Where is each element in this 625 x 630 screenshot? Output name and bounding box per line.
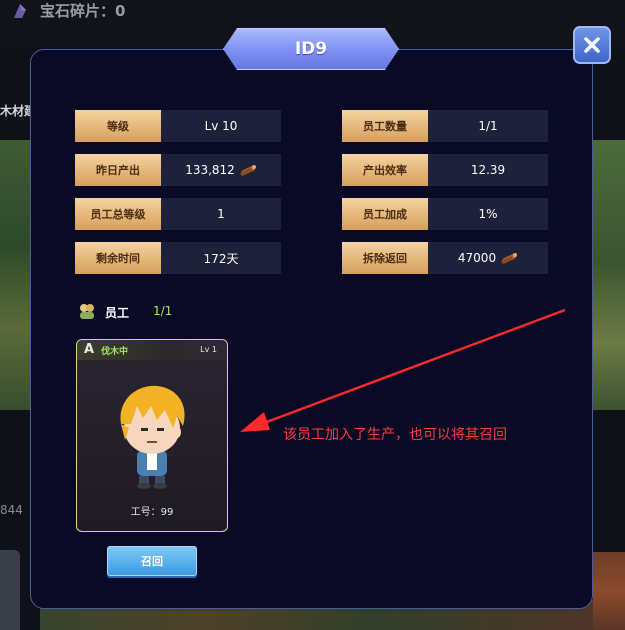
annotation-text: 该员工加入了生产，也可以将其召回 (283, 427, 507, 443)
stat-label: 员工总等级 (75, 198, 161, 230)
staff-section-label: 员工 (105, 306, 130, 320)
stat-yesterday-output: 昨日产出 133,812 (75, 154, 281, 186)
stat-value: 1/1 (428, 110, 548, 142)
stat-value: 172天 (161, 242, 281, 274)
stat-staff-count: 员工数量 1/1 (342, 110, 548, 142)
stat-staff-bonus: 员工加成 1% (342, 198, 548, 230)
stat-demolish-return: 拆除返回 47000 (342, 242, 548, 274)
staff-level: Lv 1 (200, 345, 217, 354)
stat-level: 等级 Lv 10 (75, 110, 281, 142)
stat-staff-total-level: 员工总等级 1 (75, 198, 281, 230)
staff-avatar (120, 385, 185, 489)
stat-label: 剩余时间 (75, 242, 161, 274)
stat-value: 47000 (428, 242, 548, 274)
wood-icon (240, 165, 256, 176)
stat-value: 1% (428, 198, 548, 230)
annotation-arrow (240, 308, 566, 432)
stat-label: 昨日产出 (75, 154, 161, 186)
stat-remaining-time: 剩余时间 172天 (75, 242, 281, 274)
stat-value: 12.39 (428, 154, 548, 186)
close-button[interactable] (573, 26, 611, 64)
staff-id: 工号：99 (130, 507, 174, 518)
stat-label: 产出效率 (342, 154, 428, 186)
staff-group-icon (80, 304, 94, 319)
stat-label: 员工加成 (342, 198, 428, 230)
stat-value: 1 (161, 198, 281, 230)
background-scene-left (0, 140, 30, 410)
panel-title-tab: ID9 (223, 28, 399, 70)
close-icon (584, 37, 600, 53)
gem-fragments-text: 宝石碎片：0 (40, 2, 126, 20)
stat-label: 员工数量 (342, 110, 428, 142)
stat-label: 拆除返回 (342, 242, 428, 274)
stat-output-efficiency: 产出效率 12.39 (342, 154, 548, 186)
background-scene-bottom-left (0, 550, 20, 630)
wood-icon (501, 253, 518, 264)
staff-status: 伐木中 (101, 347, 129, 357)
staff-count: 1/1 (153, 304, 173, 318)
staff-rank-badge: A (84, 342, 95, 357)
stat-value: Lv 10 (161, 110, 281, 142)
staff-card[interactable]: A 伐木中 Lv 1 工号：99 (76, 339, 228, 532)
panel-title: ID9 (294, 39, 328, 59)
gem-fragment-icon (14, 4, 26, 18)
stat-value: 133,812 (161, 154, 281, 186)
background-scene-bottom-right (593, 552, 625, 630)
background-scene-right (593, 140, 625, 410)
stat-label: 等级 (75, 110, 161, 142)
background-cut-number: 844 (0, 503, 23, 517)
recall-button[interactable]: 召回 (107, 546, 197, 576)
